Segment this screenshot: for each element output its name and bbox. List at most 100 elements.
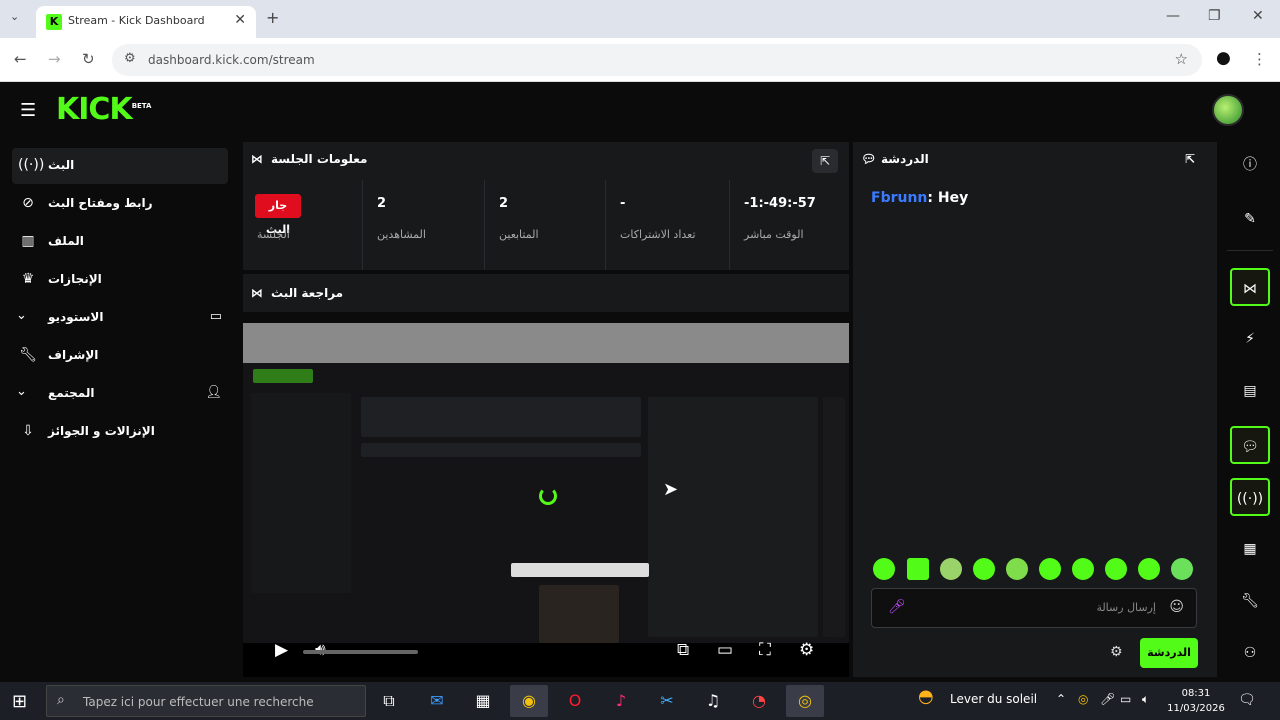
info-icon[interactable]: ⓘ: [1230, 146, 1270, 184]
emote-icon[interactable]: [907, 558, 929, 580]
windows-taskbar: ⊞ ⌕ Tapez ici pour effectuer une recherc…: [0, 682, 1280, 720]
stat-caption: تعداد الاشتراكات: [620, 228, 696, 241]
volume-slider[interactable]: [303, 650, 418, 654]
task-view-icon[interactable]: ⧉: [370, 685, 408, 717]
minimize-button[interactable]: —: [1166, 8, 1180, 24]
quick-actions-icon[interactable]: ⚡: [1230, 320, 1270, 358]
sidebar-item-profile[interactable]: ▥ الملف: [12, 224, 228, 260]
reload-icon[interactable]: ↻: [82, 50, 95, 68]
taskbar-clock[interactable]: 08:31 11/03/2026: [1166, 686, 1226, 716]
profile-icon[interactable]: ●: [1216, 48, 1231, 68]
emote-icon[interactable]: [973, 558, 995, 580]
app-icon[interactable]: ◎: [786, 685, 824, 717]
popout-icon[interactable]: ⇱: [1185, 152, 1195, 166]
settings-gear-icon[interactable]: ⚙: [799, 640, 814, 660]
emote-icon[interactable]: [940, 558, 962, 580]
sidebar-item-stream[interactable]: ((·)) البث: [12, 148, 228, 184]
tray-chevron-icon[interactable]: ⌃: [1056, 692, 1066, 706]
play-icon[interactable]: ▶: [275, 640, 288, 660]
sidebar-item-stream-key[interactable]: ⊘ رابط ومفتاح البث: [12, 186, 228, 222]
calendar-icon[interactable]: ▦: [464, 685, 502, 717]
sidebar-item-label: المجتمع: [48, 386, 95, 400]
sidebar-item-achievements[interactable]: ♛ الإنجازات: [12, 262, 228, 298]
studio-icon[interactable]: ▦: [1230, 530, 1270, 568]
stat-caption: المتابعين: [499, 228, 539, 241]
emoji-picker-icon[interactable]: ☺: [1169, 599, 1184, 615]
windows-start-icon[interactable]: ⊞: [12, 691, 27, 712]
sidebar-item-studio[interactable]: ⌄ الاستوديو ▭: [12, 300, 228, 336]
tiktok-app-icon[interactable]: ♪: [602, 685, 640, 717]
close-tab-icon[interactable]: ✕: [234, 12, 246, 28]
session-title: معلومات الجلسة: [271, 152, 368, 166]
tiktok-icon[interactable]: ♫: [694, 685, 732, 717]
chat-send-button[interactable]: الدردشة: [1140, 638, 1198, 668]
stream-preview-video[interactable]: ➤ ▶ 🔊︎ ⧉ ▭ ⛶ ⚙: [243, 323, 849, 677]
sidebar-item-label: الاستوديو: [48, 310, 104, 324]
chat-title: الدردشة: [881, 152, 929, 166]
obs-icon[interactable]: ◔: [740, 685, 778, 717]
wrench-icon[interactable]: 🔧︎: [1230, 582, 1270, 620]
fullscreen-icon[interactable]: ⛶: [759, 640, 771, 660]
close-window-button[interactable]: ✕: [1252, 8, 1264, 24]
restore-button[interactable]: ❐: [1208, 8, 1221, 24]
snipping-tool-icon[interactable]: ✂: [648, 685, 686, 717]
notification-icon[interactable]: 🗨︎: [1238, 692, 1256, 708]
stat-caption: الجلسة: [257, 228, 290, 241]
emote-icon[interactable]: [1105, 558, 1127, 580]
menu-icon[interactable]: ☰: [20, 100, 36, 121]
tray-app-icon[interactable]: ◎: [1078, 692, 1088, 706]
theater-mode-icon[interactable]: ▭: [717, 640, 733, 660]
emote-icon[interactable]: [1171, 558, 1193, 580]
opera-icon[interactable]: O: [556, 685, 594, 717]
emote-icon[interactable]: [873, 558, 895, 580]
sidebar-item-community[interactable]: ⌄ المجتمع 👤︎: [12, 376, 228, 412]
new-tab-button[interactable]: +: [266, 8, 279, 27]
chrome-icon[interactable]: ◉: [510, 685, 548, 717]
address-bar[interactable]: ⚙ dashboard.kick.com/stream ☆: [112, 44, 1202, 76]
mail-icon[interactable]: ✉: [418, 685, 456, 717]
drag-handle-icon[interactable]: ⋈: [251, 286, 263, 300]
stat-followers: 2 المتابعين: [485, 180, 606, 270]
right-tool-rail: ⓘ ✎ ⋈ ⚡ ▤ 💬︎ ((·)) ▦ 🔧︎ ⚇: [1221, 138, 1280, 682]
emote-icon[interactable]: [1072, 558, 1094, 580]
taskbar-search-input[interactable]: ⌕ Tapez ici pour effectuer une recherche: [46, 685, 366, 717]
forward-icon[interactable]: →: [48, 50, 61, 68]
session-info-panel: ⋈ معلومات الجلسة ⇱ جار البث الجلسة 2 الم…: [243, 142, 849, 270]
popout-icon[interactable]: ⇱: [812, 149, 838, 173]
network-icon[interactable]: ▭: [1120, 692, 1131, 706]
notes-icon[interactable]: ▤: [1230, 372, 1270, 410]
sidebar-item-moderation[interactable]: 🔧︎ الإشراف: [12, 338, 228, 374]
broadcast-toggle-icon[interactable]: ((·)): [1230, 478, 1270, 516]
microphone-tray-icon[interactable]: 🎤︎: [1100, 692, 1115, 706]
sidebar-item-label: الملف: [48, 234, 84, 248]
emote-icon[interactable]: [1138, 558, 1160, 580]
bookmark-star-icon[interactable]: ☆: [1175, 50, 1188, 68]
emote-icon[interactable]: [1039, 558, 1061, 580]
site-info-icon[interactable]: ⚙: [124, 51, 136, 66]
emote-icon[interactable]: [1006, 558, 1028, 580]
drag-handle-icon[interactable]: ⋈: [251, 152, 263, 166]
pip-icon[interactable]: ⧉: [677, 640, 689, 660]
chat-settings-gear-icon[interactable]: ⚙: [1110, 644, 1123, 660]
browser-tab[interactable]: K Stream - Kick Dashboard ✕: [36, 6, 256, 38]
chat-message-input[interactable]: 🎤︎ إرسال رسالة ☺: [871, 588, 1197, 628]
browser-menu-icon[interactable]: ⋮: [1252, 50, 1267, 68]
chat-toggle-icon[interactable]: 💬︎: [1230, 426, 1270, 464]
edit-pencil-icon[interactable]: ✎: [1230, 200, 1270, 238]
stream-preview-toggle-icon[interactable]: ⋈: [1230, 268, 1270, 306]
back-icon[interactable]: ←: [14, 50, 27, 68]
url-text[interactable]: dashboard.kick.com/stream: [148, 53, 315, 67]
chat-username[interactable]: Fbrunn: [871, 190, 927, 206]
stat-value: -: [620, 196, 626, 211]
user-avatar[interactable]: [1212, 94, 1244, 126]
microphone-icon[interactable]: 🎤︎: [888, 599, 906, 615]
weather-text: Lever du soleil: [950, 692, 1038, 706]
chevron-down-icon: ⌄: [16, 308, 27, 323]
community-icon[interactable]: ⚇: [1230, 634, 1270, 672]
sidebar-item-drops[interactable]: ⇩ الإنزالات و الجوائز: [12, 414, 228, 450]
stat-value: 2: [499, 196, 509, 211]
volume-tray-icon[interactable]: 🔈︎: [1142, 692, 1149, 707]
sidebar-item-label: الإنجازات: [48, 272, 102, 286]
kick-logo[interactable]: KICKBETA: [56, 92, 151, 127]
tab-search-icon[interactable]: ⌄: [10, 10, 19, 23]
